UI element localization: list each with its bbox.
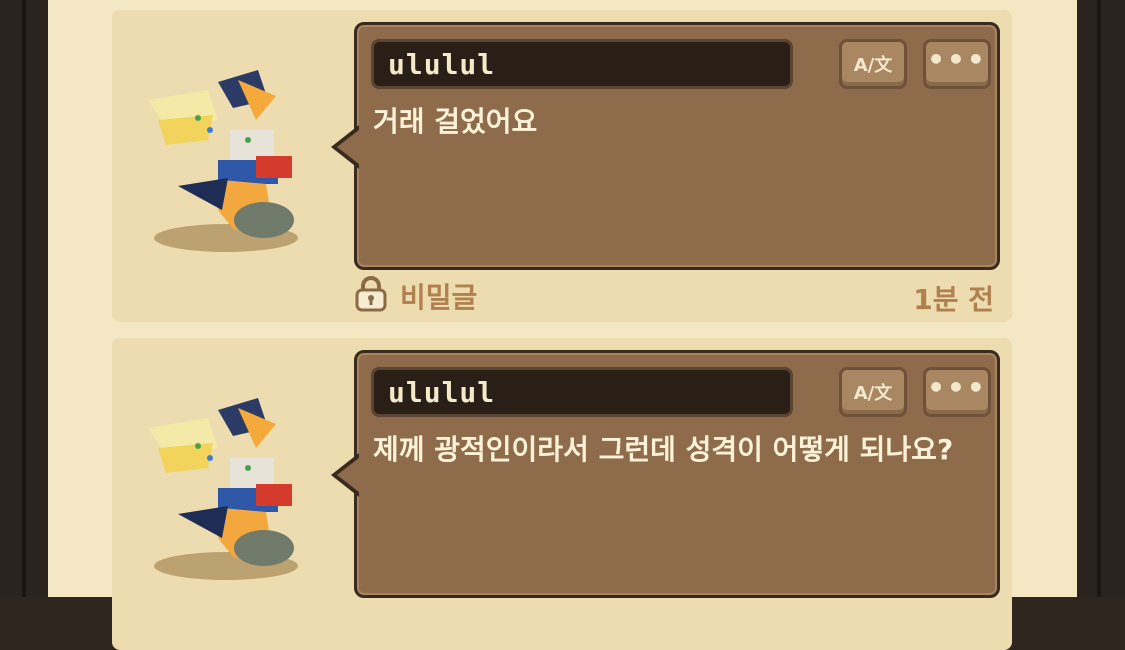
post-time: 1분 전: [913, 283, 994, 316]
more-options-button[interactable]: •••: [923, 367, 991, 417]
author-name-bar: ululul: [371, 367, 793, 417]
post-footer: 비밀글 1분 전: [354, 274, 998, 316]
author-name-bar: ululul: [371, 39, 793, 89]
bubble-tail: [331, 125, 359, 169]
translate-icon: A/文: [853, 55, 893, 76]
translate-icon: A/文: [853, 383, 893, 404]
post-card: ululul A/文 ••• 거래 걸었어요 비밀글 1분 전: [112, 10, 1012, 322]
author-name: ululul: [388, 375, 496, 409]
translate-button[interactable]: A/文: [839, 367, 907, 417]
avatar[interactable]: [138, 60, 308, 260]
secret-post-label: 비밀글: [400, 281, 478, 314]
lock-icon: [355, 276, 387, 312]
post-card: ululul A/文 ••• 제께 광적인이라서 그런데 성격이 어떻게 되나요…: [112, 338, 1012, 650]
avatar[interactable]: [138, 388, 308, 588]
left-frame: [0, 0, 48, 597]
message-text: 제께 광적인이라서 그런데 성격이 어떻게 되나요?: [373, 433, 954, 466]
message-bubble: ululul A/文 ••• 거래 걸었어요: [331, 22, 1000, 270]
more-icon: •••: [927, 370, 987, 404]
translate-button[interactable]: A/文: [839, 39, 907, 89]
message-bubble: ululul A/文 ••• 제께 광적인이라서 그런데 성격이 어떻게 되나요…: [331, 350, 1000, 598]
author-name: ululul: [388, 47, 496, 81]
more-options-button[interactable]: •••: [923, 39, 991, 89]
message-text: 거래 걸었어요: [373, 105, 538, 138]
more-icon: •••: [927, 42, 987, 76]
right-frame: [1077, 0, 1125, 597]
bubble-tail: [331, 453, 359, 497]
